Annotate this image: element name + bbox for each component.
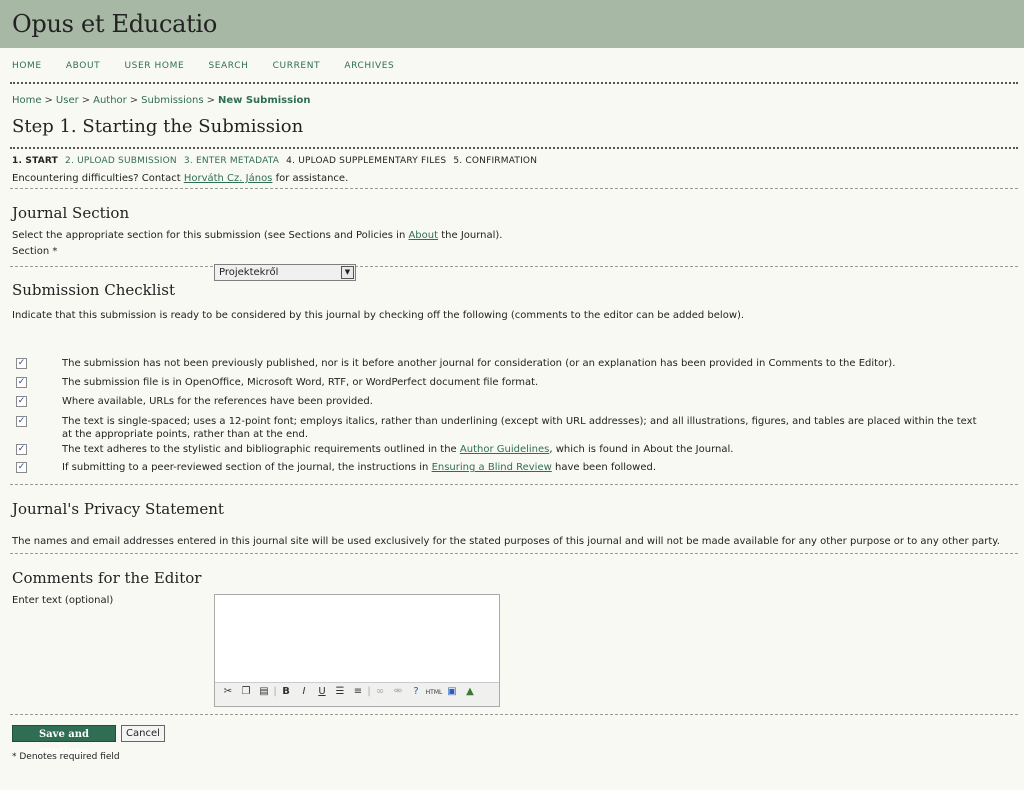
nav-home[interactable]: HOME bbox=[12, 61, 42, 71]
divider bbox=[10, 714, 1018, 715]
divider bbox=[10, 553, 1018, 554]
bold-icon[interactable]: B bbox=[277, 686, 295, 697]
checklist-checkbox-2[interactable]: ✓ bbox=[16, 377, 27, 388]
copy-icon[interactable]: ❐ bbox=[237, 686, 255, 697]
checklist-item-1: The submission has not been previously p… bbox=[62, 358, 896, 369]
section-label: Section * bbox=[12, 246, 58, 257]
save-and-continue-button[interactable]: Save and continue bbox=[12, 725, 116, 757]
checklist-checkbox-5[interactable]: ✓ bbox=[16, 444, 27, 455]
checklist-heading: Submission Checklist bbox=[12, 281, 176, 299]
cut-icon[interactable]: ✂ bbox=[219, 686, 237, 697]
html-icon[interactable]: HTML bbox=[425, 689, 443, 696]
contact-link[interactable]: Horváth Cz. János bbox=[184, 173, 273, 184]
checklist-item-3: Where available, URLs for the references… bbox=[62, 396, 373, 407]
divider bbox=[10, 484, 1018, 485]
checklist-item-2: The submission file is in OpenOffice, Mi… bbox=[62, 377, 539, 388]
breadcrumb-submissions[interactable]: Submissions bbox=[141, 95, 203, 106]
step-enter-metadata[interactable]: 3. ENTER METADATA bbox=[184, 156, 279, 166]
blind-review-link[interactable]: Ensuring a Blind Review bbox=[432, 462, 552, 473]
chevron-down-icon: ▼ bbox=[341, 266, 354, 279]
nav-archives[interactable]: ARCHIVES bbox=[344, 61, 394, 71]
checklist-item-4: The text is single-spaced; uses a 12-poi… bbox=[62, 416, 977, 440]
site-header: Opus et Educatio bbox=[0, 0, 1024, 48]
checklist-checkbox-4[interactable]: ✓ bbox=[16, 416, 27, 427]
comments-editor[interactable]: ✂ ❐ ▤ | B I U ☰ ≡ | ∞ ⚮? HTML ▣ ▲ bbox=[214, 594, 500, 707]
editor-toolbar: ✂ ❐ ▤ | B I U ☰ ≡ | ∞ ⚮? HTML ▣ ▲ bbox=[215, 682, 499, 706]
image-icon[interactable]: ▲ bbox=[461, 686, 479, 697]
italic-icon[interactable]: I bbox=[295, 686, 313, 697]
checklist-checkbox-3[interactable]: ✓ bbox=[16, 396, 27, 407]
help-icon[interactable]: ? bbox=[407, 686, 425, 697]
bullet-list-icon[interactable]: ☰ bbox=[331, 686, 349, 697]
required-footnote: * Denotes required field bbox=[12, 752, 120, 762]
link-icon[interactable]: ∞ bbox=[371, 686, 389, 697]
step-indicator: 1. START 2. UPLOAD SUBMISSION 3. ENTER M… bbox=[0, 149, 1024, 170]
breadcrumb-current: New Submission bbox=[217, 95, 311, 106]
checklist-intro: Indicate that this submission is ready t… bbox=[12, 310, 745, 321]
nav-about[interactable]: ABOUT bbox=[66, 61, 100, 71]
breadcrumb-home[interactable]: Home bbox=[12, 95, 42, 106]
nav-search[interactable]: SEARCH bbox=[208, 61, 248, 71]
step-confirmation: 5. CONFIRMATION bbox=[453, 156, 538, 166]
step-upload-submission[interactable]: 2. UPLOAD SUBMISSION bbox=[65, 156, 177, 166]
author-guidelines-link[interactable]: Author Guidelines bbox=[460, 444, 549, 455]
unlink-icon[interactable]: ⚮ bbox=[389, 686, 407, 697]
nav-user-home[interactable]: USER HOME bbox=[124, 61, 184, 71]
fullscreen-icon[interactable]: ▣ bbox=[443, 686, 461, 697]
checklist-checkbox-6[interactable]: ✓ bbox=[16, 462, 27, 473]
breadcrumb: Home > User > Author > Submissions > New Submiss… bbox=[12, 95, 311, 106]
nav-bar: HOME ABOUT USER HOME SEARCH CURRENT ARCH… bbox=[0, 48, 1024, 82]
about-link[interactable]: About bbox=[408, 230, 438, 241]
nav-current[interactable]: CURRENT bbox=[273, 61, 321, 71]
section-select-value: Projektekről bbox=[219, 267, 279, 278]
journal-section-heading: Journal Section bbox=[12, 204, 130, 222]
cancel-button[interactable]: Cancel bbox=[121, 725, 165, 742]
checklist-item-5: The text adheres to the stylistic and bi… bbox=[62, 444, 734, 455]
assistance-text: Encountering difficulties? Contact Horvá… bbox=[12, 173, 349, 184]
journal-section-desc: Select the appropriate section for this … bbox=[12, 230, 503, 241]
page-title: Step 1. Starting the Submission bbox=[12, 116, 304, 137]
privacy-heading: Journal's Privacy Statement bbox=[12, 500, 224, 518]
underline-icon[interactable]: U bbox=[313, 686, 331, 697]
checklist-item-6: If submitting to a peer-reviewed section… bbox=[62, 462, 657, 473]
paste-icon[interactable]: ▤ bbox=[255, 686, 273, 697]
step-start: 1. START bbox=[12, 156, 58, 166]
comments-label: Enter text (optional) bbox=[12, 595, 114, 606]
breadcrumb-author[interactable]: Author bbox=[93, 95, 127, 106]
site-title: Opus et Educatio bbox=[12, 10, 217, 38]
step-upload-supplementary: 4. UPLOAD SUPPLEMENTARY FILES bbox=[286, 156, 447, 166]
checklist-checkbox-1[interactable]: ✓ bbox=[16, 358, 27, 369]
comments-heading: Comments for the Editor bbox=[12, 569, 202, 587]
privacy-text: The names and email addresses entered in… bbox=[12, 536, 1000, 547]
section-select[interactable]: Projektekről ▼ bbox=[214, 264, 356, 281]
numbered-list-icon[interactable]: ≡ bbox=[349, 686, 367, 697]
breadcrumb-user[interactable]: User bbox=[56, 95, 79, 106]
